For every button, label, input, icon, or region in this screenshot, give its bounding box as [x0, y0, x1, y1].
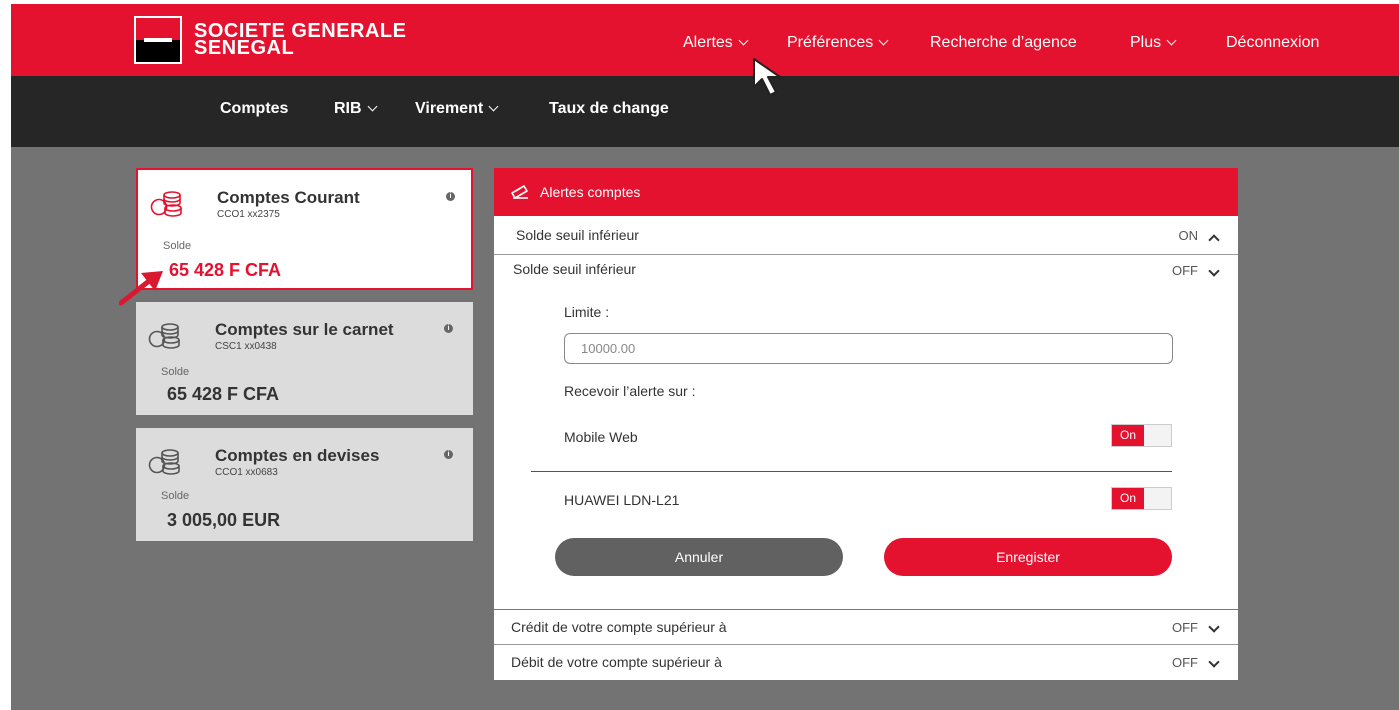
- subnav-taux-label: Taux de change: [549, 100, 669, 117]
- account-title: Comptes Courant: [217, 188, 360, 207]
- balance-label: Solde: [161, 490, 190, 502]
- alert-row-credit[interactable]: Crédit de votre compte supérieur à OFF: [494, 609, 1238, 644]
- alert-label: Solde seuil inférieur: [516, 227, 639, 243]
- limit-label: Limite :: [564, 304, 610, 320]
- balance-label: Solde: [161, 366, 190, 378]
- app-frame: SOCIETE GENERALE SENEGAL Alertes Préfére…: [11, 4, 1399, 710]
- alerts-panel-title: Alertes comptes: [540, 184, 641, 200]
- chevron-down-icon: [1166, 35, 1177, 46]
- alert-row-solde-on[interactable]: Solde seuil inférieur ON: [494, 216, 1238, 254]
- account-title: Comptes en devises: [215, 446, 380, 465]
- account-number: CCO1 xx0683: [215, 467, 278, 478]
- nav-plus[interactable]: Plus: [1130, 34, 1177, 52]
- subnav-rib[interactable]: RIB: [334, 100, 378, 118]
- alert-state: OFF: [1172, 263, 1198, 278]
- alerts-panel: Alertes comptes Solde seuil inférieur ON…: [494, 168, 1238, 680]
- alert-row-debit[interactable]: Débit de votre compte supérieur à OFF: [494, 644, 1238, 680]
- account-number: CSC1 xx0438: [215, 341, 277, 352]
- channel-name: HUAWEI LDN-L21: [564, 492, 680, 508]
- nav-deconnexion[interactable]: Déconnexion: [1226, 34, 1319, 52]
- subnav-comptes[interactable]: Comptes: [220, 100, 288, 118]
- channel-divider: [531, 471, 1172, 472]
- toggle-on-label: On: [1112, 488, 1144, 509]
- bell-icon: [511, 185, 528, 199]
- receive-alert-label: Recevoir l’alerte sur :: [564, 383, 696, 399]
- huawei-toggle[interactable]: On: [1111, 487, 1172, 510]
- mouse-cursor-icon: [753, 58, 781, 96]
- coins-icon: [148, 323, 180, 349]
- subnav-comptes-label: Comptes: [220, 100, 289, 117]
- subnav-taux-de-change[interactable]: Taux de change: [549, 100, 669, 118]
- account-title: Comptes sur le carnet: [215, 320, 394, 339]
- account-card-courant[interactable]: Comptes Courant CCO1 xx2375 i Solde 65 4…: [136, 168, 473, 290]
- alerts-panel-header: Alertes comptes: [494, 168, 1238, 216]
- alert-state: OFF: [1172, 620, 1198, 635]
- nav-deconnexion-label: Déconnexion: [1226, 34, 1320, 51]
- chevron-down-icon: [878, 35, 889, 46]
- account-number: CCO1 xx2375: [217, 209, 280, 220]
- chevron-down-icon: [488, 101, 499, 112]
- nav-recherche-label: Recherche d’agence: [930, 34, 1077, 51]
- chevron-down-icon: [367, 101, 378, 112]
- nav-preferences[interactable]: Préférences: [787, 34, 889, 52]
- account-card-carnet[interactable]: Comptes sur le carnet CSC1 xx0438 i Sold…: [136, 302, 473, 415]
- info-icon[interactable]: i: [444, 450, 453, 459]
- annotation-arrow-icon: [119, 271, 163, 306]
- top-nav: Alertes Préférences Recherche d’agence P…: [11, 34, 1399, 58]
- info-icon[interactable]: i: [444, 324, 453, 333]
- chevron-down-icon[interactable]: [1208, 263, 1220, 278]
- limit-input[interactable]: [564, 333, 1173, 364]
- chevron-up-icon[interactable]: [1208, 232, 1220, 247]
- mobile-web-toggle[interactable]: On: [1111, 424, 1172, 447]
- subnav-virement-label: Virement: [415, 100, 484, 117]
- alert-label: Débit de votre compte supérieur à: [511, 654, 722, 670]
- alert-state: OFF: [1172, 655, 1198, 670]
- balance-label: Solde: [163, 240, 192, 252]
- account-balance: 65 428 F CFA: [167, 384, 280, 404]
- chevron-down-icon: [738, 35, 749, 46]
- alert-row-solde-off[interactable]: Solde seuil inférieur OFF: [494, 254, 1238, 284]
- top-bar: SOCIETE GENERALE SENEGAL Alertes Préfére…: [11, 4, 1399, 76]
- subnav-rib-label: RIB: [334, 100, 362, 117]
- nav-recherche-agence[interactable]: Recherche d’agence: [930, 34, 1077, 52]
- nav-alertes[interactable]: Alertes: [683, 34, 749, 52]
- nav-preferences-label: Préférences: [787, 34, 874, 51]
- alert-label: Solde seuil inférieur: [513, 261, 636, 277]
- alert-state: ON: [1178, 228, 1199, 243]
- chevron-down-icon[interactable]: [1208, 619, 1220, 634]
- account-card-devises[interactable]: Comptes en devises CCO1 xx0683 i Solde 3…: [136, 428, 473, 541]
- channel-name: Mobile Web: [564, 429, 638, 445]
- nav-plus-label: Plus: [1130, 34, 1162, 51]
- account-balance: 3 005,00 EUR: [167, 510, 281, 530]
- coins-icon: [150, 191, 182, 217]
- coins-icon: [148, 449, 180, 475]
- cancel-button[interactable]: Annuler: [555, 538, 843, 576]
- account-balance: 65 428 F CFA: [169, 260, 282, 280]
- subnav-virement[interactable]: Virement: [415, 100, 499, 118]
- info-icon[interactable]: i: [446, 192, 455, 201]
- sub-nav: Comptes RIB Virement Taux de change: [11, 76, 1399, 147]
- alert-label: Crédit de votre compte supérieur à: [511, 619, 727, 635]
- chevron-down-icon[interactable]: [1208, 654, 1220, 669]
- nav-alertes-label: Alertes: [683, 34, 733, 51]
- save-button[interactable]: Enregister: [884, 538, 1172, 576]
- toggle-on-label: On: [1112, 425, 1144, 446]
